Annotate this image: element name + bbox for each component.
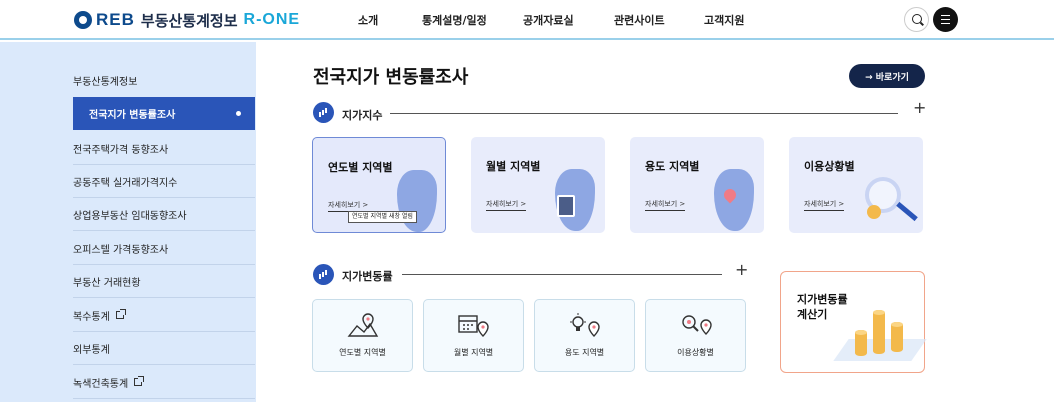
card-label: 월별 지역별 — [453, 348, 494, 357]
magnifier-pin-icon — [682, 315, 712, 335]
card-more-link[interactable]: 자세히보기 > — [804, 199, 845, 211]
card-monthly-region-change[interactable]: 월별 지역별 — [423, 299, 524, 372]
tooltip: 연도별 지역별 새창 열림 — [348, 211, 417, 223]
external-link-icon — [134, 376, 145, 386]
calculator-title: 지가변동률 계산기 — [797, 292, 848, 322]
site-header: REB 부동산통계정보 R-ONE 소개 통계설명/일정 공개자료실 관련사이트… — [0, 0, 1054, 40]
nav-related-sites[interactable]: 관련사이트 — [614, 12, 665, 28]
nav-intro[interactable]: 소개 — [358, 12, 378, 28]
section-title-land-index: 지가지수 — [342, 109, 383, 122]
lightbulb-pin-icon — [570, 313, 600, 337]
map-pin-icon — [347, 313, 379, 337]
card-land-use[interactable]: 이용상황별 자세히보기 > — [789, 137, 923, 233]
nav-support[interactable]: 고객지원 — [704, 12, 744, 28]
korea-map-icon — [714, 169, 754, 231]
goto-button[interactable]: → 바로가기 — [849, 64, 925, 88]
sidebar-item-multi-stats[interactable]: 복수통계 — [73, 299, 255, 332]
calendar-pin-icon — [458, 315, 489, 337]
card-usage-region-change[interactable]: 용도 지역별 — [534, 299, 635, 372]
card-title: 월별 지역별 — [486, 160, 541, 173]
nav-stat-desc[interactable]: 통계설명/일정 — [422, 12, 487, 28]
search-icon[interactable] — [904, 7, 929, 32]
plus-icon[interactable]: + — [735, 262, 748, 278]
card-title: 이용상황별 — [804, 160, 855, 173]
land-change-calculator[interactable]: 지가변동률 계산기 — [780, 271, 927, 373]
sidebar-item-external-stats[interactable]: 외부통계 — [73, 332, 255, 365]
card-more-link[interactable]: 자세히보기 > — [486, 199, 527, 211]
sidebar-heading[interactable]: 부동산통계정보 — [73, 64, 255, 97]
card-land-use-change[interactable]: 이용상황별 — [645, 299, 746, 372]
sidebar-item-housing-price[interactable]: 전국주택가격 동향조사 — [73, 132, 255, 165]
chart-icon — [313, 102, 334, 123]
sidebar-item-transactions[interactable]: 부동산 거래현황 — [73, 265, 255, 298]
magnifier-handle — [896, 201, 918, 222]
external-link-icon — [115, 309, 126, 319]
menu-icon[interactable] — [933, 7, 958, 32]
sidebar-item-officetel[interactable]: 오피스텔 가격동향조사 — [73, 232, 255, 265]
sidebar-item-green-building[interactable]: 녹색건축통계 — [73, 366, 255, 399]
sidebar-item-land-price[interactable]: 전국지가 변동률조사 — [73, 97, 255, 130]
nav-public-data[interactable]: 공개자료실 — [523, 12, 574, 28]
plus-icon[interactable]: + — [913, 100, 926, 116]
page-title: 전국지가 변동률조사 — [313, 67, 469, 88]
logo-mark-icon — [74, 11, 92, 29]
bar-cylinder-icon — [855, 330, 867, 356]
logo-rone: R-ONE — [243, 11, 301, 28]
site-logo[interactable]: REB 부동산통계정보 R-ONE — [74, 9, 300, 31]
calculator-title-line1: 지가변동률 — [797, 293, 848, 306]
card-label: 이용상황별 — [677, 348, 714, 357]
sidebar-item-label: 녹색건축통계 — [73, 378, 129, 390]
card-usage-region[interactable]: 용도 지역별 자세히보기 > — [630, 137, 764, 233]
logo-reb: REB — [96, 10, 135, 29]
sidebar-item-label: 복수통계 — [73, 311, 110, 323]
card-monthly-region[interactable]: 월별 지역별 자세히보기 > — [471, 137, 605, 233]
bar-cylinder-icon — [891, 322, 903, 352]
bar-cylinder-icon — [873, 310, 885, 354]
section-divider — [390, 113, 898, 114]
sidebar: 부동산통계정보 전국지가 변동률조사 전국주택가격 동향조사 공동주택 실거래가… — [0, 42, 256, 402]
calendar-icon — [557, 195, 575, 217]
card-yearly-region-change[interactable]: 연도별 지역별 — [312, 299, 413, 372]
sidebar-item-commercial-rent[interactable]: 상업용부동산 임대동향조사 — [73, 198, 255, 231]
card-label: 연도별 지역별 — [339, 348, 386, 357]
section-divider — [402, 274, 722, 275]
calculator-title-line2: 계산기 — [797, 308, 828, 321]
chart-icon — [313, 264, 334, 285]
chart-pie-icon — [867, 205, 881, 219]
section-title-land-change: 지가변동률 — [342, 270, 393, 283]
sidebar-item-apartment-index[interactable]: 공동주택 실거래가격지수 — [73, 165, 255, 198]
card-more-link[interactable]: 자세히보기 > — [645, 199, 686, 211]
card-label: 용도 지역별 — [564, 348, 605, 357]
logo-text: 부동산통계정보 — [140, 11, 238, 30]
card-title: 용도 지역별 — [645, 160, 700, 173]
card-title: 연도별 지역별 — [328, 161, 393, 174]
